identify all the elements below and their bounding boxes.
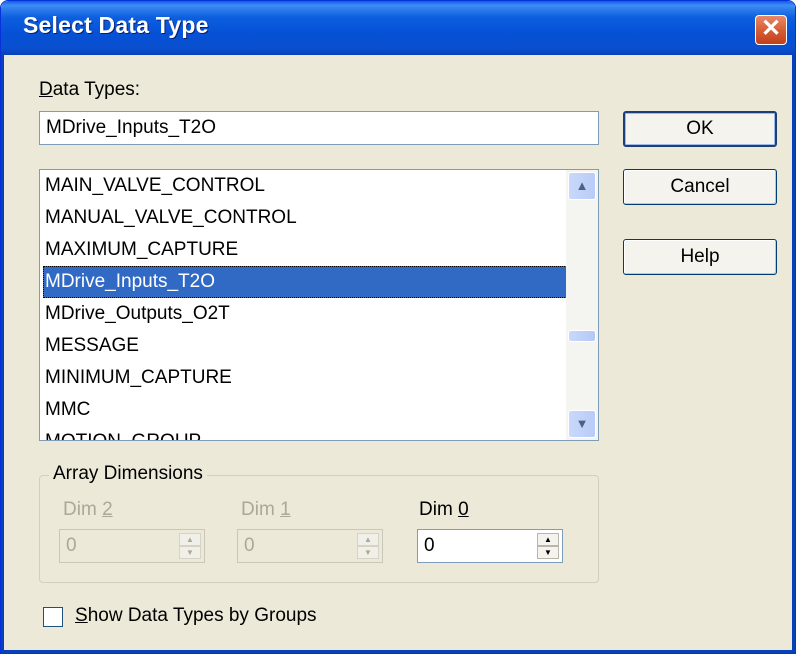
spin-up-icon[interactable]: ▲ [537, 533, 559, 546]
spin-down-icon[interactable]: ▼ [357, 546, 379, 559]
close-icon: ✕ [760, 15, 782, 42]
list-item[interactable]: MANUAL_VALVE_CONTROL [43, 202, 567, 234]
help-button[interactable]: Help [623, 239, 777, 275]
list-item[interactable]: MOTION_GROUP [43, 426, 567, 440]
scroll-down-button[interactable]: ▼ [568, 410, 596, 438]
close-button[interactable]: ✕ [755, 15, 787, 45]
spin-down-icon[interactable]: ▼ [179, 546, 201, 559]
list-item[interactable]: MDrive_Outputs_O2T [43, 298, 567, 330]
list-item[interactable]: MAIN_VALVE_CONTROL [43, 170, 567, 202]
dim-2-spinner[interactable]: 0 ▲ ▼ [59, 529, 205, 563]
dim-1-spinner[interactable]: 0 ▲ ▼ [237, 529, 383, 563]
list-item[interactable]: MAXIMUM_CAPTURE [43, 234, 567, 266]
dim-2-value[interactable]: 0 [66, 530, 77, 562]
spin-down-icon[interactable]: ▼ [537, 546, 559, 559]
data-types-label: Data Types: [39, 79, 141, 100]
scroll-up-button[interactable]: ▲ [568, 172, 596, 200]
scroll-thumb[interactable] [568, 330, 596, 342]
dim-1-label: Dim 1 [241, 499, 291, 520]
list-item[interactable]: MINIMUM_CAPTURE [43, 362, 567, 394]
dialog-title: Select Data Type [23, 12, 209, 38]
data-types-input[interactable]: MDrive_Inputs_T2O [39, 111, 599, 145]
chevron-up-icon: ▲ [575, 178, 589, 193]
dim-0-spinner[interactable]: 0 ▲ ▼ [417, 529, 563, 563]
list-item[interactable]: MMC [43, 394, 567, 426]
show-groups-label[interactable]: Show Data Types by Groups [75, 605, 317, 627]
select-data-type-dialog: Select Data Type ✕ Data Types: MDrive_In… [0, 0, 796, 654]
data-types-list[interactable]: MAIN_VALVE_CONTROL MANUAL_VALVE_CONTROL … [39, 169, 599, 441]
spin-up-icon[interactable]: ▲ [357, 533, 379, 546]
array-dimensions-title: Array Dimensions [49, 463, 207, 485]
vertical-scrollbar[interactable]: ▲ ▼ [566, 170, 598, 440]
show-groups-checkbox[interactable] [43, 607, 63, 627]
dim-2-label: Dim 2 [63, 499, 113, 520]
cancel-button[interactable]: Cancel [623, 169, 777, 205]
spin-up-icon[interactable]: ▲ [179, 533, 201, 546]
list-item-selected[interactable]: MDrive_Inputs_T2O [43, 266, 567, 298]
dim-0-label: Dim 0 [419, 499, 469, 520]
list-item[interactable]: MESSAGE [43, 330, 567, 362]
title-bar[interactable]: Select Data Type ✕ [1, 1, 795, 55]
dim-0-value[interactable]: 0 [424, 530, 435, 562]
chevron-down-icon: ▼ [575, 416, 589, 431]
dim-1-value[interactable]: 0 [244, 530, 255, 562]
ok-button[interactable]: OK [623, 111, 777, 147]
